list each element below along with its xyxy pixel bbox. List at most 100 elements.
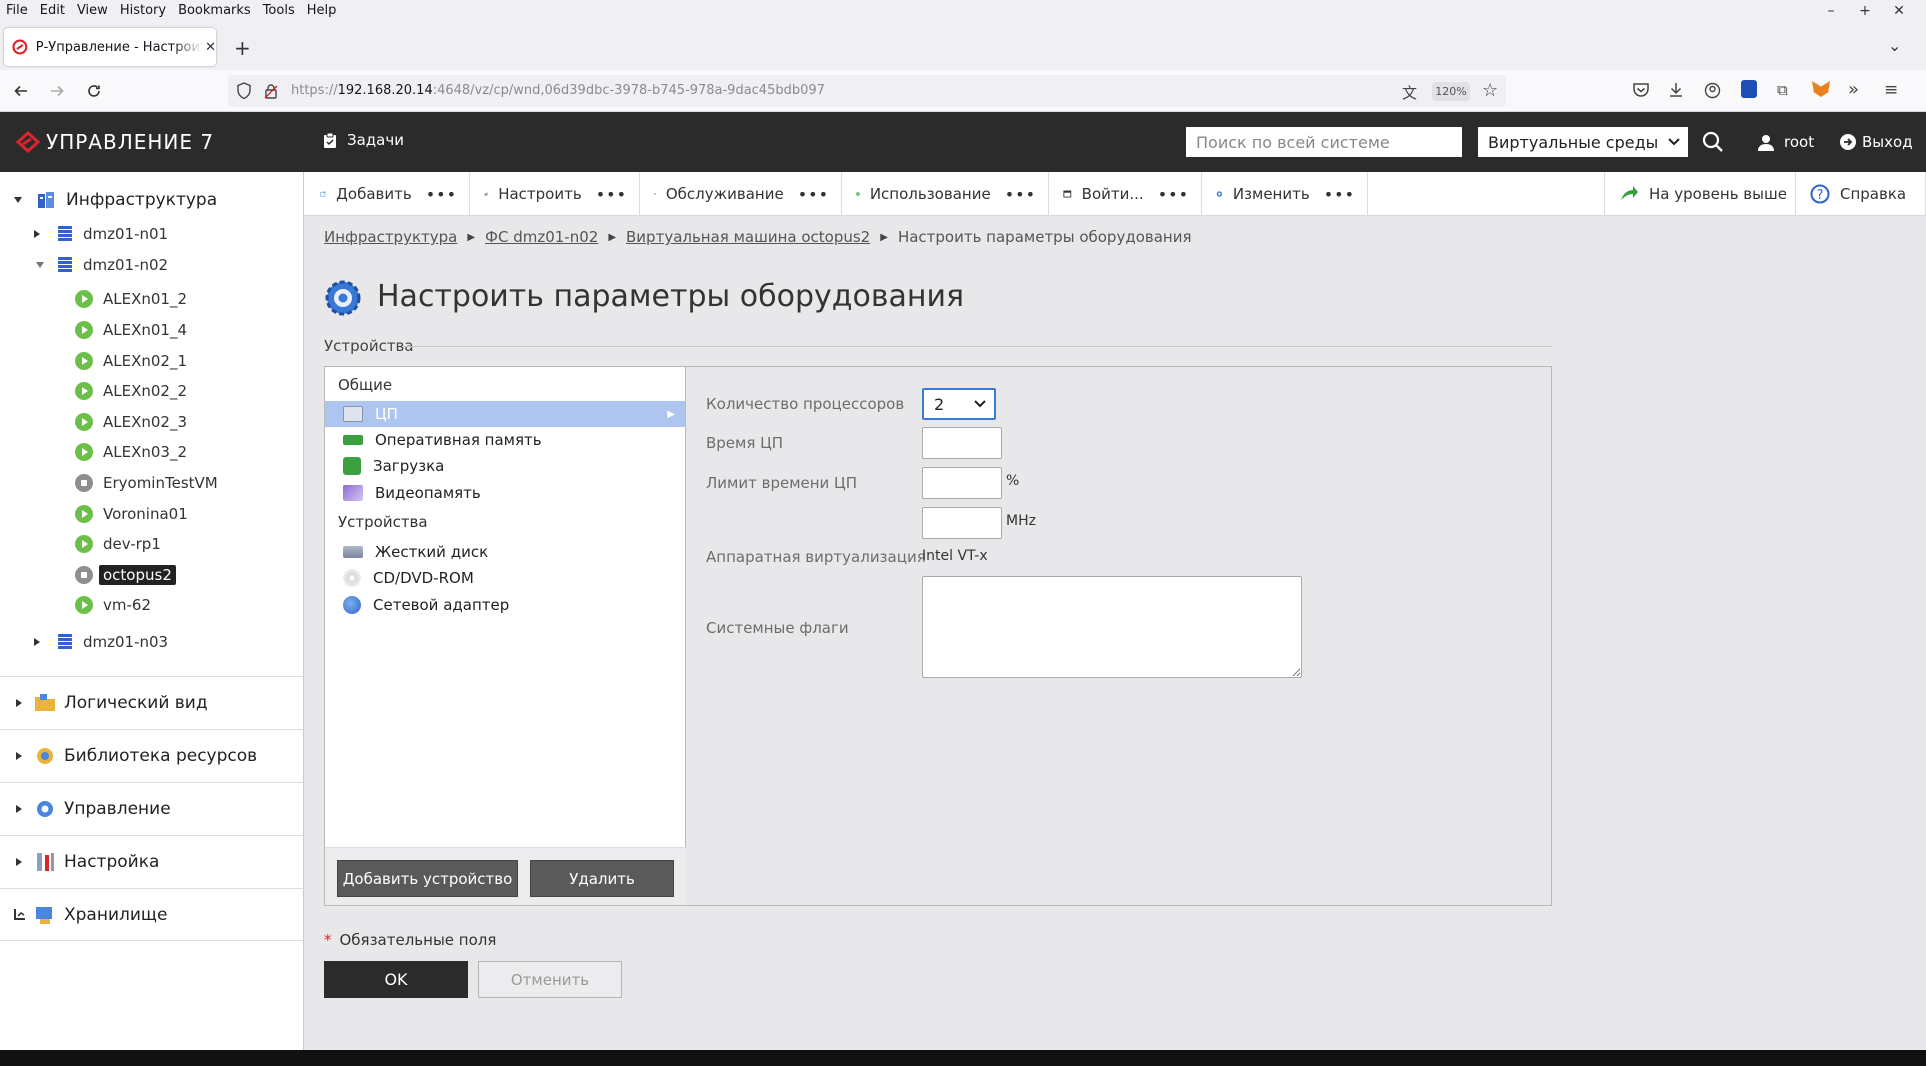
device-item-boot[interactable]: Загрузка [325,453,685,479]
usage-more-menu[interactable]: ••• [1005,185,1036,204]
system-flags-textarea[interactable] [922,576,1302,678]
cpu-limit-percent-input[interactable] [922,467,1002,499]
section-storage[interactable]: Хранилище [0,888,304,941]
host-dmz01-n03[interactable]: dmz01-n03 [34,631,168,653]
browser-tab[interactable]: Р-Управление - Настроить параметры обору… [4,28,216,66]
help-button[interactable]: ? Справка [1796,172,1926,216]
menu-view[interactable]: View [71,3,114,18]
user-menu[interactable]: root [1758,133,1814,151]
device-item-network[interactable]: Сетевой адаптер [325,592,685,618]
login-button[interactable]: Войти... ••• [1049,172,1202,216]
expand-toggle-icon[interactable] [34,638,40,646]
vm-label: ALEXn02_3 [103,413,188,431]
level-up-button[interactable]: На уровень выше [1604,172,1796,216]
expand-toggle-icon[interactable] [34,230,40,238]
reload-icon[interactable] [82,79,106,103]
change-button[interactable]: Изменить ••• [1202,172,1368,216]
maximize-icon[interactable]: + [1848,0,1882,21]
hamburger-menu-icon[interactable]: ≡ [1884,80,1898,100]
host-dmz01-n02[interactable]: dmz01-n02 [34,254,168,276]
vm-running-icon [75,382,93,400]
vm-item[interactable]: ALEXn02_3 [75,411,187,433]
back-icon[interactable] [9,79,33,103]
vm-item[interactable]: ALEXn02_2 [75,380,187,402]
menu-file[interactable]: File [0,3,34,18]
host-dmz01-n01[interactable]: dmz01-n01 [34,223,168,245]
vm-item[interactable]: ALEXn03_2 [75,441,187,463]
environment-select[interactable]: Виртуальные среды [1478,127,1688,157]
zoom-level[interactable]: 120% [1432,82,1470,101]
service-more-menu[interactable]: ••• [798,185,829,204]
usage-button[interactable]: Использование ••• [842,172,1049,216]
account-icon[interactable] [1704,82,1721,99]
cpu-limit-mhz-input[interactable] [922,507,1002,539]
breadcrumb-link[interactable]: Виртуальная машина octopus2 [626,228,870,246]
section-management[interactable]: Управление [0,782,304,835]
bookmark-star-icon[interactable]: ☆ [1482,80,1498,101]
expand-toggle-icon[interactable] [16,805,22,813]
tab-close-icon[interactable]: ✕ [205,40,216,55]
expand-toggle-icon[interactable] [16,699,22,707]
vm-item[interactable]: Voronina01 [75,503,188,525]
tasks-link[interactable]: Задачи [323,131,404,149]
add-button[interactable]: Добавить ••• [306,172,470,216]
vm-item[interactable]: dev-rp1 [75,533,161,555]
configure-more-menu[interactable]: ••• [596,185,627,204]
device-item-hdd[interactable]: Жесткий диск [325,539,685,565]
breadcrumb-link[interactable]: ФС dmz01-n02 [485,228,598,246]
vm-item[interactable]: ALEXn01_4 [75,319,187,341]
add-icon [320,191,326,197]
vm-item-selected[interactable]: octopus2 [75,564,176,586]
add-device-button[interactable]: Добавить устройство [337,860,518,897]
password-manager-icon[interactable] [1741,80,1757,98]
vm-item[interactable]: ALEXn02_1 [75,350,187,372]
expand-toggle-icon[interactable] [14,197,22,203]
url-text[interactable]: https://192.168.20.14:4648/vz/cp/wnd,06d… [291,83,825,98]
device-item-video[interactable]: Видеопамять [325,480,685,506]
login-more-menu[interactable]: ••• [1158,185,1189,204]
list-tabs-icon[interactable]: ⌄ [1888,36,1901,55]
cpu-time-input[interactable] [922,427,1002,459]
downloads-icon[interactable] [1668,82,1684,98]
service-button[interactable]: Обслуживание ••• [640,172,842,216]
vm-item[interactable]: EryominTestVM [75,472,218,494]
menu-tools[interactable]: Tools [257,3,301,18]
shield-icon[interactable] [236,82,252,100]
menu-help[interactable]: Help [301,3,343,18]
ok-button[interactable]: OK [324,961,468,998]
delete-device-button[interactable]: Удалить [530,860,674,897]
logout-button[interactable]: Выход [1840,133,1913,151]
pocket-icon[interactable] [1632,82,1650,98]
global-search-input[interactable] [1186,127,1462,157]
change-more-menu[interactable]: ••• [1324,185,1355,204]
device-item-cpu[interactable]: ЦП ▶ [325,401,685,427]
breadcrumb-link[interactable]: Инфраструктура [324,228,457,246]
search-icon[interactable] [1702,131,1724,153]
expand-toggle-icon[interactable] [16,752,22,760]
overflow-chevron-icon[interactable]: » [1848,79,1859,100]
menu-edit[interactable]: Edit [34,3,71,18]
lock-icon[interactable] [264,83,278,99]
configure-button[interactable]: Настроить ••• [470,172,640,216]
new-tab-icon[interactable]: + [234,36,251,60]
section-resource-library[interactable]: Библиотека ресурсов [0,729,304,782]
minimize-icon[interactable]: – [1814,0,1848,21]
vm-item[interactable]: vm-62 [75,594,151,616]
translate-icon[interactable]: 文 [1402,82,1417,103]
vm-item[interactable]: ALEXn01_2 [75,288,187,310]
section-settings[interactable]: Настройка [0,835,304,888]
menu-bookmarks[interactable]: Bookmarks [172,3,257,18]
device-item-memory[interactable]: Оперативная память [325,427,685,453]
tree-root-infrastructure[interactable]: Инфраструктура [14,188,217,212]
section-logical-view[interactable]: Логический вид [0,676,304,729]
menu-history[interactable]: History [114,3,172,18]
cancel-button[interactable]: Отменить [478,961,622,998]
collapse-toggle-icon[interactable] [36,262,44,268]
add-more-menu[interactable]: ••• [426,185,457,204]
device-item-cdrom[interactable]: CD/DVD-ROM [325,565,685,591]
close-window-icon[interactable]: ✕ [1882,0,1916,21]
forward-icon[interactable] [45,79,69,103]
expand-toggle-icon[interactable] [16,858,22,866]
cpu-count-select[interactable]: 2 [922,388,996,420]
extensions-icon[interactable]: ⧉ [1777,81,1788,99]
